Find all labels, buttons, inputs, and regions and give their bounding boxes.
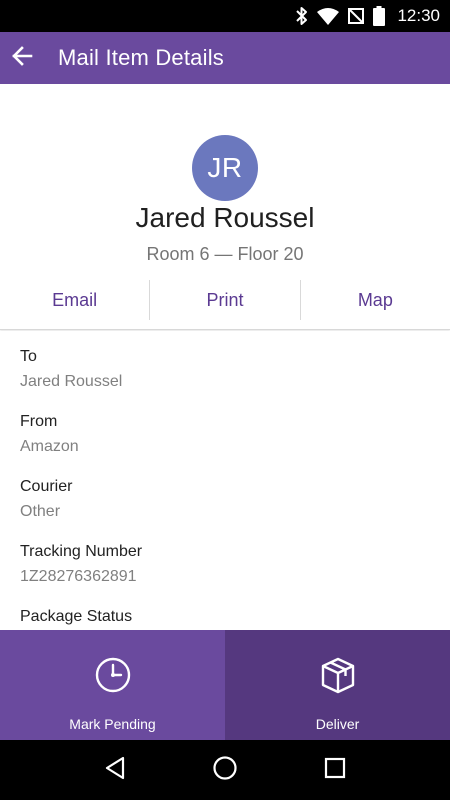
map-button[interactable]: Map: [301, 280, 450, 320]
deliver-button[interactable]: Deliver: [225, 630, 450, 740]
system-nav-bar: [0, 740, 450, 800]
field-tracking-number: Tracking Number 1Z28276362891: [20, 543, 142, 586]
deliver-label: Deliver: [315, 716, 360, 732]
app-bar: Mail Item Details: [0, 32, 450, 84]
package-box-icon: [317, 654, 359, 696]
mark-pending-button[interactable]: Mark Pending: [0, 630, 225, 740]
bluetooth-icon: [295, 6, 309, 26]
arrow-back-icon: [11, 45, 33, 72]
email-button[interactable]: Email: [0, 280, 149, 320]
back-triangle-icon: [104, 756, 126, 785]
field-value: Other: [20, 503, 61, 520]
field-from: From Amazon: [20, 413, 79, 456]
nav-recents-button[interactable]: [311, 746, 359, 794]
field-value: Amazon: [20, 438, 79, 455]
field-package-status: Package Status: [20, 608, 132, 626]
no-sim-icon: [347, 7, 365, 25]
status-icons: 12:30: [295, 0, 440, 32]
field-courier: Courier Other: [20, 478, 72, 521]
battery-icon: [373, 6, 386, 26]
clock-icon: [93, 654, 133, 696]
bottom-action-bar: Mark Pending Deliver: [0, 630, 450, 740]
print-button[interactable]: Print: [150, 280, 299, 320]
home-circle-icon: [212, 755, 238, 786]
field-value: Jared Roussel: [20, 373, 123, 390]
recipient-location: Room 6 — Floor 20: [146, 244, 304, 264]
status-bar: 12:30: [0, 0, 450, 32]
nav-back-button[interactable]: [91, 746, 139, 794]
recipient-header: JR Jared Roussel Room 6 — Floor 20 Email…: [0, 84, 450, 330]
status-time: 12:30: [397, 6, 440, 25]
field-to: To Jared Roussel: [20, 348, 122, 391]
back-button[interactable]: [0, 32, 44, 84]
page-title: Mail Item Details: [58, 45, 224, 70]
mail-item-details[interactable]: To Jared Roussel From Amazon Courier Oth…: [0, 331, 450, 630]
field-label: Tracking Number: [20, 543, 143, 560]
field-label: Package Status: [20, 608, 133, 625]
nav-home-button[interactable]: [201, 746, 249, 794]
field-label: Courier: [20, 478, 73, 495]
contact-actions: Email Print Map: [0, 280, 450, 320]
recents-square-icon: [324, 757, 346, 784]
recipient-name: Jared Roussel: [135, 202, 315, 233]
mark-pending-label: Mark Pending: [69, 716, 156, 732]
field-label: To: [20, 348, 37, 365]
avatar: JR: [192, 135, 258, 201]
field-label: From: [20, 413, 58, 430]
wifi-icon: [317, 7, 340, 25]
field-value: 1Z28276362891: [20, 568, 137, 585]
